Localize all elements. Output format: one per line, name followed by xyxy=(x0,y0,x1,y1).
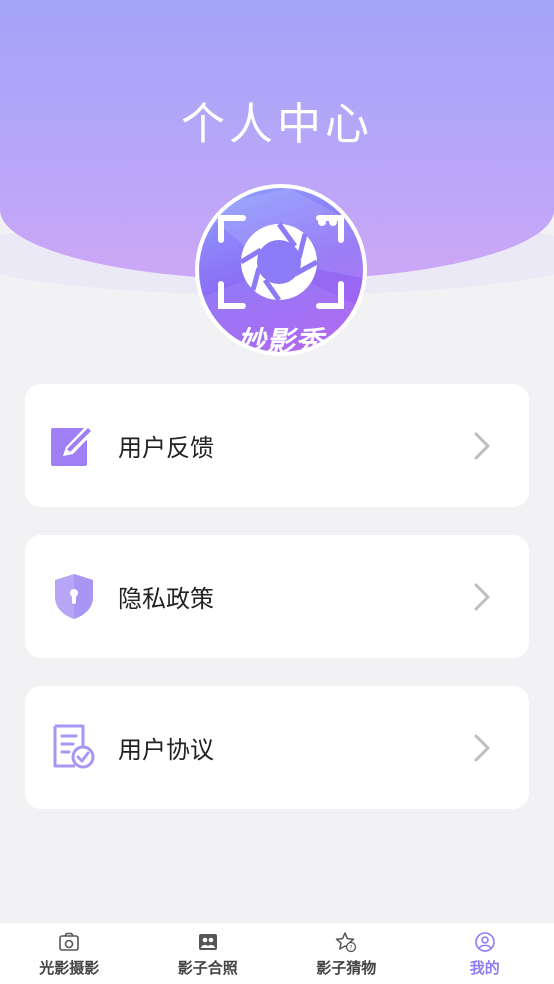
menu-label: 用户反馈 xyxy=(118,434,214,462)
menu-label: 用户协议 xyxy=(118,736,214,764)
avatar: 妙影秀 xyxy=(195,184,367,356)
bottom-tab-bar: 光影摄影 影子合照 ? 影子猜物 我的 xyxy=(0,922,554,984)
menu-item-agreement[interactable]: 用户协议 xyxy=(25,686,529,809)
chevron-right-icon xyxy=(474,734,490,762)
tab-guess-object[interactable]: ? 影子猜物 xyxy=(277,923,416,984)
user-icon xyxy=(474,932,495,952)
chevron-right-icon xyxy=(474,432,490,460)
svg-text:?: ? xyxy=(350,944,353,951)
tab-label: 影子猜物 xyxy=(316,959,377,977)
menu-label: 隐私政策 xyxy=(118,585,214,613)
menu-item-feedback[interactable]: 用户反馈 xyxy=(25,384,529,507)
group-photo-icon xyxy=(198,934,217,950)
tab-photography[interactable]: 光影摄影 xyxy=(0,923,139,984)
page-title: 个人中心 xyxy=(181,99,373,150)
tab-label: 影子合照 xyxy=(177,959,238,977)
document-check-icon xyxy=(53,724,95,769)
tab-label: 光影摄影 xyxy=(39,959,100,977)
app-logo: 妙影秀 xyxy=(199,188,363,352)
tab-me[interactable]: 我的 xyxy=(416,923,554,984)
photo-icon xyxy=(59,932,80,951)
edit-icon xyxy=(51,425,94,466)
tab-group-photo[interactable]: 影子合照 xyxy=(139,923,278,984)
star-question-icon: ? xyxy=(336,932,357,953)
tab-label: 我的 xyxy=(469,959,500,977)
logo-text: 妙影秀 xyxy=(237,325,325,352)
menu-item-privacy[interactable]: 隐私政策 xyxy=(25,535,529,658)
profile-screen: 个人中心 妙影秀 用户反馈 隐私政策 用户协议 光影摄影 影子合照 ? 影子猜物… xyxy=(0,0,554,984)
chevron-right-icon xyxy=(474,583,490,611)
shield-lock-icon xyxy=(55,574,93,619)
